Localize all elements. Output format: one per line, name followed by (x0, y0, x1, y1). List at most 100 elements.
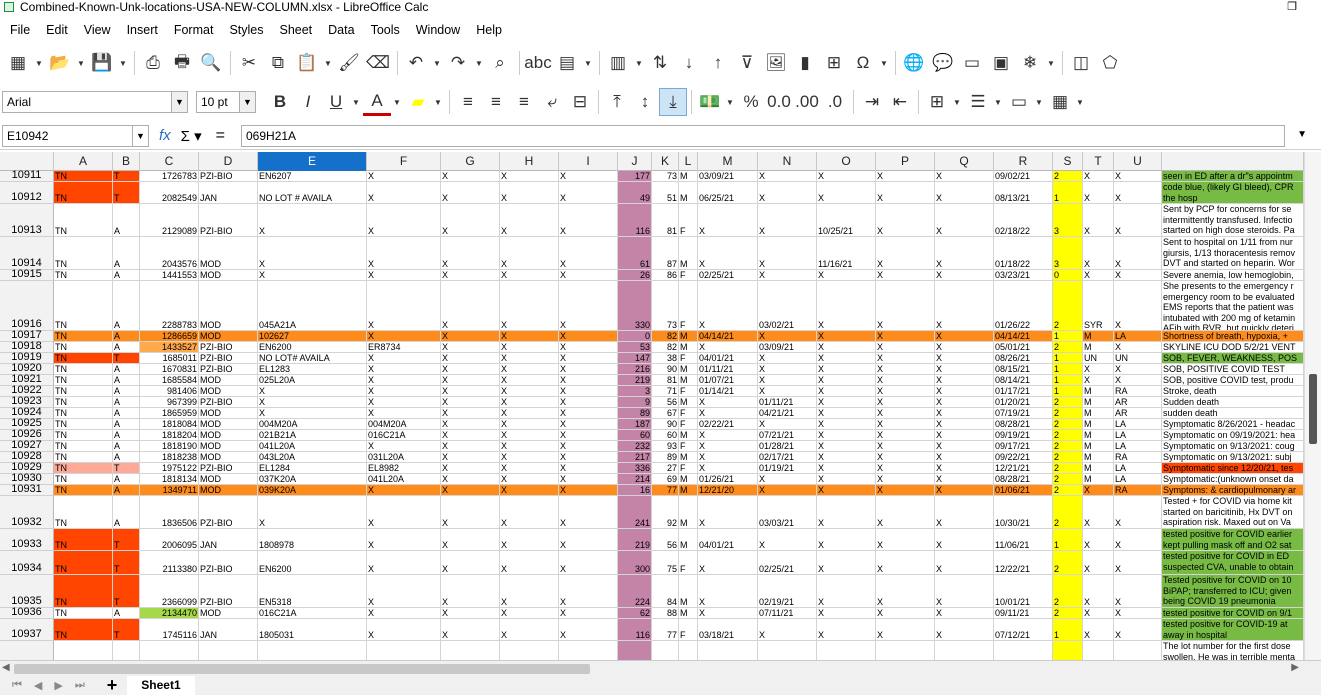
menu-view[interactable]: View (76, 23, 119, 37)
cell-t[interactable]: X (1083, 496, 1114, 529)
cell-e[interactable]: EN6207 (258, 171, 367, 182)
cell-h[interactable]: X (500, 529, 559, 551)
scroll-thumb[interactable] (1309, 374, 1317, 444)
column-header-s[interactable]: S (1053, 152, 1083, 171)
cell-u[interactable]: X (1114, 182, 1162, 204)
borders-icon[interactable]: ⊞ (923, 88, 951, 116)
cell-v[interactable]: tested positive for COVID in ED suspecte… (1162, 551, 1304, 575)
chevron-down-icon[interactable]: ▼ (117, 49, 129, 77)
cell-d[interactable]: JAN (199, 182, 258, 204)
column-header-d[interactable]: D (199, 152, 258, 171)
cell-g[interactable]: X (441, 463, 500, 474)
cell-j[interactable]: 219 (618, 375, 652, 386)
cell-j[interactable]: 214 (618, 474, 652, 485)
cell-q[interactable]: X (935, 474, 994, 485)
formula-equals-icon[interactable]: = (216, 127, 225, 145)
cell-v[interactable]: Severe anemia, low hemoglobin, (1162, 270, 1304, 281)
cell-d[interactable]: PZI-BIO (199, 551, 258, 575)
cell-s[interactable]: 2 (1053, 397, 1083, 408)
cell-j[interactable]: 116 (618, 619, 652, 641)
cell-e[interactable]: EN5318 (258, 575, 367, 608)
column-icon[interactable]: ▥ (604, 49, 632, 77)
cell-g[interactable]: X (441, 608, 500, 619)
cell-l[interactable]: F (679, 619, 698, 641)
cell-b[interactable]: T (113, 171, 140, 182)
cell-a[interactable]: TN (54, 463, 113, 474)
cell-k[interactable]: 73 (652, 171, 679, 182)
cell-m[interactable]: X (698, 281, 758, 331)
cell-r[interactable]: 12/21/21 (994, 463, 1053, 474)
cell-q[interactable]: X (935, 641, 994, 660)
column-header-g[interactable]: G (441, 152, 500, 171)
cell-n[interactable]: X (758, 364, 817, 375)
cell-r[interactable]: 08/13/21 (994, 182, 1053, 204)
cell-r[interactable]: 08/28/21 (994, 419, 1053, 430)
cell-q[interactable]: X (935, 441, 994, 452)
cell-d[interactable]: PZI-BIO (199, 575, 258, 608)
cell-b[interactable]: A (113, 485, 140, 496)
menu-insert[interactable]: Insert (119, 23, 166, 37)
pivot-table-icon[interactable]: ⊞ (820, 49, 848, 77)
cell-t[interactable]: X (1083, 204, 1114, 237)
cell-l[interactable]: M (679, 608, 698, 619)
menu-edit[interactable]: Edit (38, 23, 76, 37)
cell-s[interactable]: 2 (1053, 551, 1083, 575)
chevron-down-icon[interactable]: ▼ (33, 49, 45, 77)
chevron-down-icon[interactable]: ▼ (724, 88, 736, 116)
cell-m[interactable]: 06/25/21 (698, 182, 758, 204)
cell-f[interactable]: EW0162 (367, 641, 441, 660)
column-header-l[interactable]: L (679, 152, 698, 171)
chevron-down-icon[interactable]: ▼ (473, 49, 485, 77)
cell-g[interactable]: X (441, 237, 500, 270)
cell-j[interactable]: 89 (618, 408, 652, 419)
cell-h[interactable]: X (500, 237, 559, 270)
save-icon[interactable]: 💾 (88, 49, 116, 77)
cell-q[interactable]: X (935, 182, 994, 204)
cell-p[interactable]: X (876, 182, 935, 204)
cell-h[interactable]: X (500, 270, 559, 281)
cell-p[interactable]: X (876, 281, 935, 331)
cell-u[interactable]: X (1114, 204, 1162, 237)
print-preview-icon[interactable]: 🔍 (197, 49, 225, 77)
chevron-down-icon[interactable]: ▼ (633, 49, 645, 77)
cell-q[interactable]: X (935, 551, 994, 575)
align-center-icon[interactable]: ≡ (482, 88, 510, 116)
cell-n[interactable]: X (758, 474, 817, 485)
row-header[interactable]: 10914 (0, 237, 54, 270)
cell-d[interactable]: PZI-BIO (199, 204, 258, 237)
cell-s[interactable]: 2 (1053, 474, 1083, 485)
cell-q[interactable]: X (935, 204, 994, 237)
cell-v[interactable]: Shortness of breath, hypoxia, + (1162, 331, 1304, 342)
cell-f[interactable]: X (367, 408, 441, 419)
cell-q[interactable]: X (935, 342, 994, 353)
cell-p[interactable]: X (876, 386, 935, 397)
cell-t[interactable]: X (1083, 551, 1114, 575)
cell-p[interactable]: X (876, 575, 935, 608)
cell-a[interactable]: TN (54, 386, 113, 397)
cell-f[interactable]: X (367, 529, 441, 551)
cell-v[interactable]: tested positive for COVID earlier kept p… (1162, 529, 1304, 551)
cell-n[interactable]: 03/02/21 (758, 281, 817, 331)
cell-l[interactable]: M (679, 375, 698, 386)
hyperlink-icon[interactable]: 🌐 (900, 49, 928, 77)
cell-f[interactable]: 031L20A (367, 452, 441, 463)
comment-icon[interactable]: 💬 (929, 49, 957, 77)
cell-a[interactable]: TN (54, 496, 113, 529)
cell-n[interactable]: X (758, 529, 817, 551)
cell-f[interactable]: X (367, 375, 441, 386)
cell-o[interactable]: X (817, 485, 876, 496)
menu-tools[interactable]: Tools (363, 23, 408, 37)
cell-i[interactable]: X (559, 331, 618, 342)
cell-b[interactable]: A (113, 270, 140, 281)
cell-j[interactable]: 224 (618, 575, 652, 608)
cell-j[interactable]: 330 (618, 281, 652, 331)
clear-formatting-icon[interactable]: ⌫ (364, 49, 392, 77)
cell-j[interactable]: 9 (618, 397, 652, 408)
cell-r[interactable]: 10/30/21 (994, 496, 1053, 529)
cell-r[interactable]: 08/28/21 (994, 474, 1053, 485)
cell-t[interactable]: M (1083, 474, 1114, 485)
cell-n[interactable]: 03/09/21 (758, 342, 817, 353)
cell-m[interactable]: 04/01/21 (698, 353, 758, 364)
cell-f[interactable]: X (367, 182, 441, 204)
cell-h[interactable]: X (500, 551, 559, 575)
